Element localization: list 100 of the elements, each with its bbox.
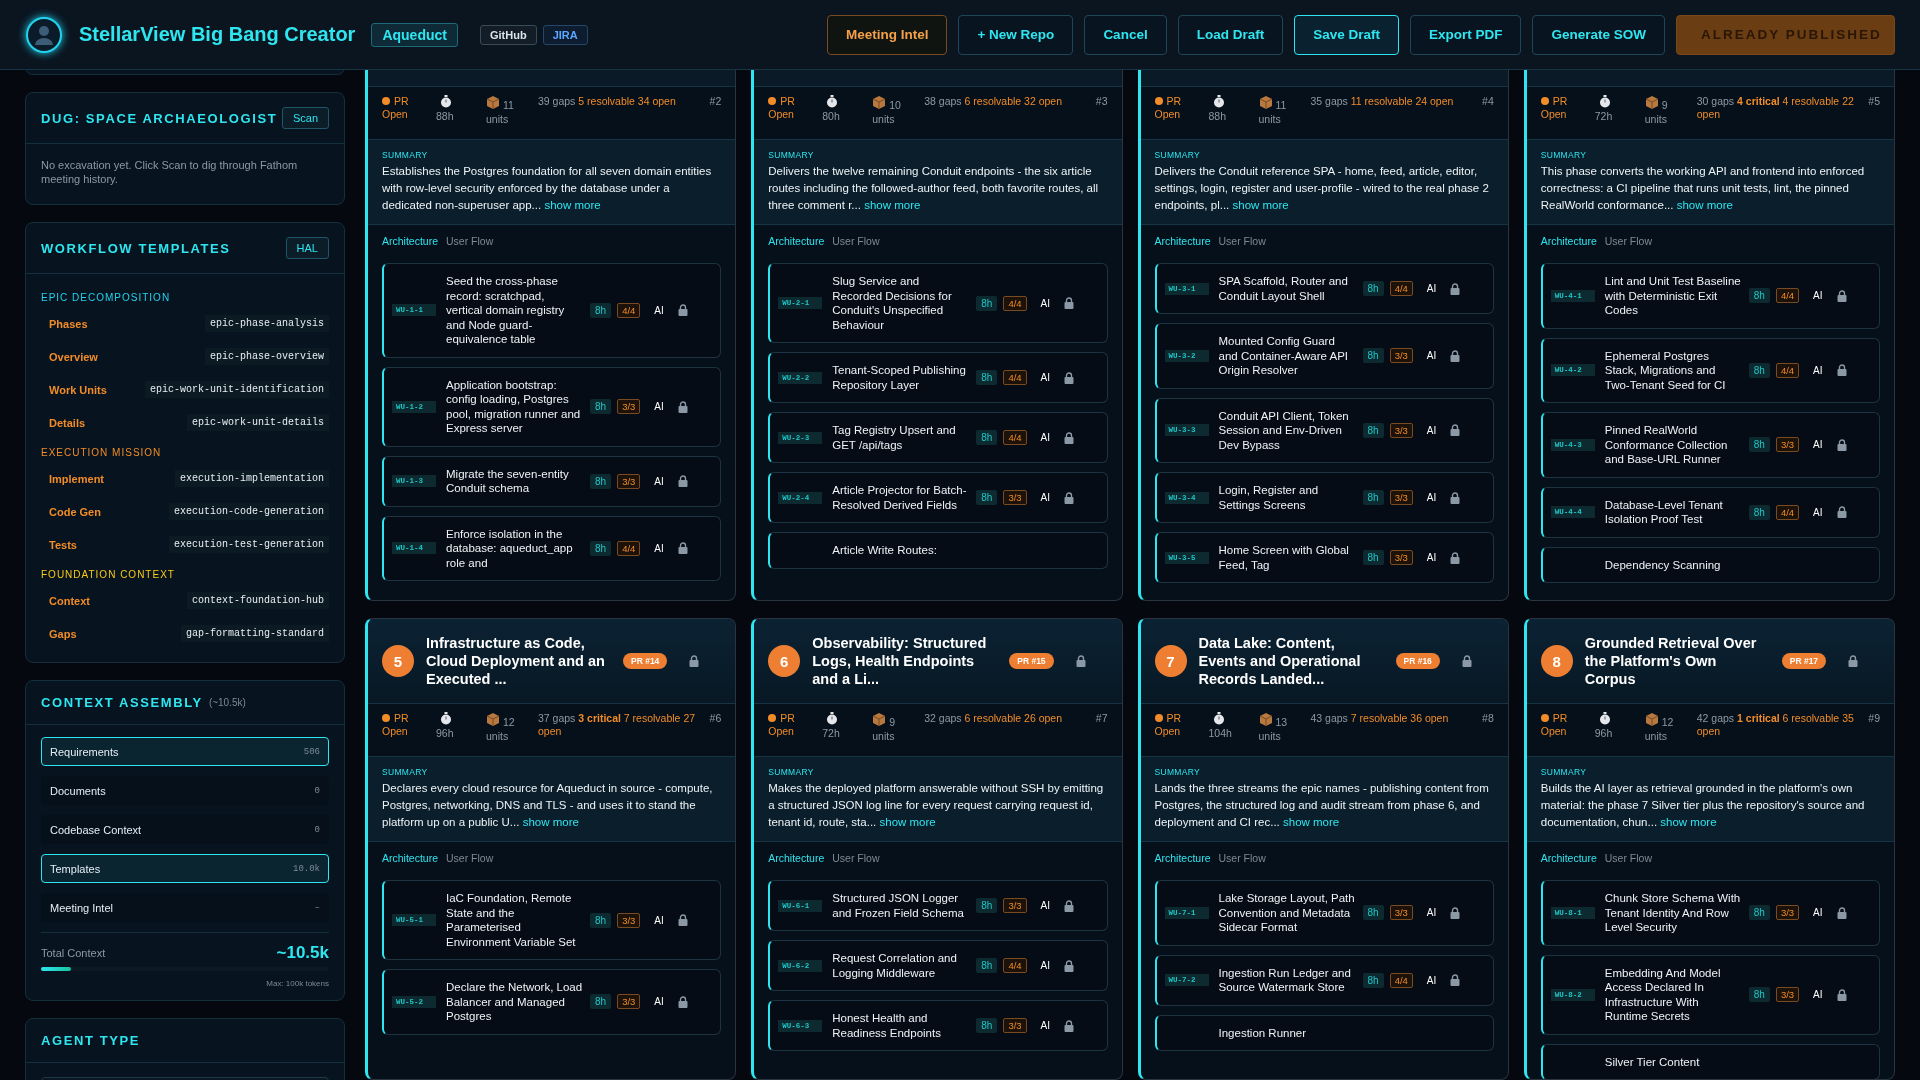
- context-item[interactable]: Templates 10.0k: [41, 854, 329, 883]
- show-more-link[interactable]: show more: [879, 816, 936, 828]
- box-icon: [872, 95, 887, 109]
- show-more-link[interactable]: show more: [1676, 199, 1733, 211]
- context-item[interactable]: Codebase Context 0: [41, 815, 329, 844]
- template-value: epic-phase-overview: [204, 348, 329, 365]
- summary-text: Declares every cloud resource for Aqueduct in source - compute, Postgres, networking, DNS and TLS - and uses it to stand the platform up on a public U... show more: [382, 781, 714, 830]
- link-pill[interactable]: GitHub: [479, 24, 537, 45]
- agent-label: AI: [1813, 989, 1823, 1000]
- tests-badge: 3/3: [1389, 905, 1413, 921]
- hours-badge: 8h: [1748, 987, 1770, 1002]
- context-item[interactable]: Meeting Intel –: [41, 893, 329, 922]
- tests-badge: 4/4: [617, 302, 641, 318]
- card-button[interactable]: HAL: [285, 237, 329, 259]
- summary-text: Establishes the Postgres foundation for all seven domain entities with row-level security enforced by the database under a dedicated non-superuser app... show more: [382, 164, 713, 213]
- hours-badge: 8h: [590, 302, 612, 318]
- summary-label: SUMMARY: [1540, 767, 1588, 777]
- unit-title: Pinned RealWorld Conformance Collection and Base-URL Runner: [1604, 423, 1729, 467]
- hours-badge: 8h: [1362, 972, 1384, 988]
- tests-badge: 3/3: [617, 912, 641, 928]
- show-more-link[interactable]: show more: [1232, 199, 1289, 211]
- tab[interactable]: Architecture: [1540, 852, 1597, 864]
- hours-stat: 88h: [1208, 95, 1253, 123]
- tab[interactable]: User Flow: [446, 852, 494, 864]
- agent-label: AI: [1040, 432, 1051, 443]
- stopwatch-icon: [440, 95, 452, 108]
- agent-label: AI: [654, 996, 664, 1008]
- toolbar-button[interactable]: Generate SOW: [1532, 14, 1665, 55]
- tests-badge: 3/3: [1389, 422, 1413, 438]
- link-pill[interactable]: JIRA: [542, 24, 588, 45]
- toolbar-button[interactable]: Cancel: [1084, 14, 1167, 55]
- step-number: 6: [768, 645, 801, 677]
- stopwatch-icon: [826, 95, 839, 108]
- tab[interactable]: Architecture: [382, 852, 439, 864]
- unit-title: Application bootstrap: config loading, Postgres pool, migration runner and Express server: [446, 377, 582, 436]
- tab[interactable]: User Flow: [1218, 235, 1266, 247]
- toolbar-button[interactable]: Load Draft: [1177, 14, 1284, 55]
- agent-label: AI: [1040, 372, 1051, 383]
- tab[interactable]: User Flow: [1604, 235, 1653, 247]
- summary-label: SUMMARY: [1154, 150, 1201, 160]
- toolbar-button[interactable]: + New Repo: [958, 14, 1074, 55]
- show-more-link[interactable]: show more: [1660, 816, 1717, 828]
- tab[interactable]: User Flow: [446, 235, 494, 247]
- hours-stat: 96h: [1594, 712, 1639, 740]
- tab[interactable]: Architecture: [768, 235, 825, 247]
- agent-label: AI: [654, 304, 664, 316]
- total-value: ~10.5k: [276, 943, 329, 963]
- tab[interactable]: Architecture: [768, 852, 825, 864]
- show-more-link[interactable]: show more: [864, 199, 921, 211]
- units-stat: 9 units: [1644, 95, 1687, 126]
- phase-title: Observability: Structured Logs, Health Endpoints and a Li...: [812, 634, 988, 688]
- toolbar-button[interactable]: Meeting Intel: [826, 14, 948, 55]
- hours-stat: 88h: [436, 95, 480, 123]
- units-stat: 11 units: [486, 95, 528, 126]
- gaps-summary: 30 gaps 4 critical 4 resolvable 22 open: [1696, 95, 1855, 121]
- summary-text: Delivers the Conduit reference SPA - home, feed, article, editor, settings, login, register and user-profile - wired to the real phase 2 endpoints, pl... show more: [1154, 164, 1490, 213]
- context-item[interactable]: Requirements 506: [41, 737, 329, 766]
- show-more-link[interactable]: show more: [522, 816, 579, 828]
- card-button[interactable]: Scan: [281, 107, 329, 129]
- project-badge[interactable]: Aqueduct: [371, 22, 458, 47]
- stopwatch-icon: [1212, 95, 1225, 108]
- box-icon: [1644, 712, 1659, 726]
- unit-title: Article Projector for Batch-Resolved Derived Fields: [832, 483, 968, 512]
- tests-badge: 3/3: [1775, 437, 1800, 453]
- toolbar-button[interactable]: Save Draft: [1294, 14, 1399, 55]
- tab[interactable]: User Flow: [1218, 852, 1266, 864]
- summary-text: Makes the deployed platform answerable without SSH by emitting a structured JSON log line for every request carrying request id, tenant id, route, sta... show more: [768, 781, 1105, 830]
- tab[interactable]: User Flow: [832, 852, 880, 864]
- show-more-link[interactable]: show more: [544, 199, 601, 211]
- box-icon: [486, 95, 500, 109]
- hours-badge: 8h: [590, 540, 612, 556]
- template-label: Details: [49, 416, 86, 429]
- tab[interactable]: User Flow: [1604, 852, 1653, 864]
- work-unit-card[interactable]: Silver Tier Content: [1540, 1043, 1880, 1079]
- tab[interactable]: User Flow: [832, 235, 880, 247]
- units-stat: 9 units: [872, 712, 915, 743]
- tab[interactable]: Architecture: [1154, 852, 1211, 864]
- hours-badge: 8h: [1362, 905, 1384, 921]
- tab[interactable]: Architecture: [1154, 235, 1211, 247]
- pr-number: #7: [1095, 712, 1108, 724]
- unit-title: Conduit API Client, Token Session and Env-Driven Dev Bypass: [1218, 408, 1350, 452]
- unit-title: Honest Health and Readiness Endpoints: [832, 1011, 942, 1040]
- hours-badge: 8h: [1748, 905, 1770, 921]
- agent-label: AI: [1813, 439, 1823, 451]
- work-unit-card[interactable]: Ingestion Runner: [1154, 1014, 1494, 1051]
- stopwatch-icon: [440, 712, 452, 725]
- work-unit-card[interactable]: Article Write Routes:: [768, 532, 1108, 569]
- context-item[interactable]: Documents 0: [41, 776, 329, 805]
- unit-title: Chunk Store Schema With Tenant Identity And Row Level Security: [1604, 891, 1742, 935]
- template-label: Work Units: [49, 383, 107, 396]
- work-unit-card[interactable]: Dependency Scanning: [1540, 546, 1880, 583]
- tab[interactable]: Architecture: [382, 235, 439, 247]
- card-title: AGENT TYPE: [41, 1033, 141, 1048]
- template-label: Gaps: [49, 627, 77, 640]
- tests-badge: 4/4: [1003, 370, 1027, 385]
- pr-number: #3: [1095, 95, 1108, 107]
- hours-badge: 8h: [1362, 490, 1384, 505]
- tab[interactable]: Architecture: [1540, 235, 1597, 247]
- toolbar-button[interactable]: Export PDF: [1409, 14, 1522, 55]
- show-more-link[interactable]: show more: [1283, 816, 1340, 828]
